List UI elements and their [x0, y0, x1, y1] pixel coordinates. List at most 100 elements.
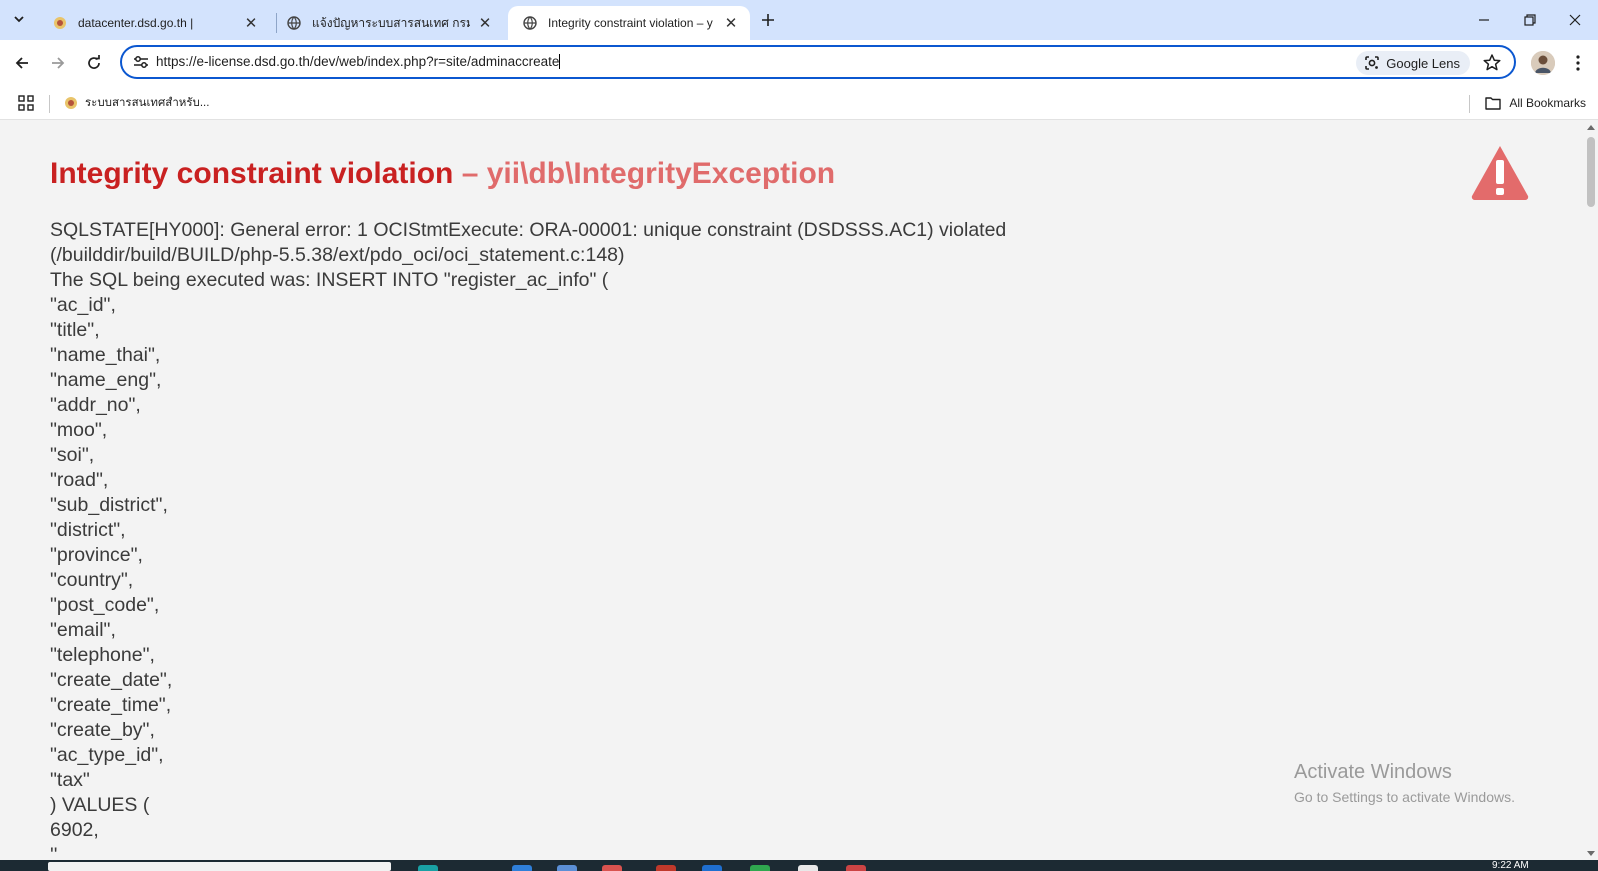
dsd-favicon-icon	[52, 15, 68, 31]
warning-triangle-icon	[1471, 146, 1529, 200]
google-lens-icon	[1365, 56, 1380, 70]
taskbar-app-icon[interactable]	[798, 865, 818, 871]
taskbar-app-icon[interactable]	[512, 865, 532, 871]
close-window-button[interactable]	[1552, 0, 1598, 40]
error-message-line: "sub_district",	[50, 494, 168, 516]
minimize-button[interactable]	[1461, 0, 1507, 40]
reload-icon	[88, 55, 100, 69]
bookmarks-bar: ระบบสารสนเทศสำหรับ... All Bookmarks	[0, 86, 1598, 120]
error-message-line: "email",	[50, 619, 116, 641]
close-tab-icon[interactable]: ✕	[476, 14, 494, 32]
minimize-icon	[1479, 19, 1489, 21]
address-bar[interactable]: https://e-license.dsd.go.th/dev/web/inde…	[120, 45, 1516, 79]
taskbar-search-box[interactable]	[48, 862, 391, 871]
error-message-line: ''	[50, 844, 58, 860]
watermark-title: Activate Windows	[1294, 761, 1452, 783]
activate-windows-watermark: Activate Windows Go to Settings to activ…	[1294, 761, 1515, 805]
profile-avatar[interactable]	[1531, 51, 1555, 75]
error-title: Integrity constraint violation – yii\db\…	[50, 157, 835, 191]
error-separator: –	[453, 157, 487, 190]
error-message-line: 6902,	[50, 819, 99, 841]
globe-icon	[286, 15, 302, 31]
all-bookmarks-label: All Bookmarks	[1509, 96, 1586, 110]
tab-search-button[interactable]	[6, 6, 32, 32]
scroll-down-arrow-icon[interactable]	[1587, 851, 1595, 856]
all-bookmarks-button[interactable]: All Bookmarks	[1485, 94, 1586, 112]
tab-strip: datacenter.dsd.go.th | ✕ แจ้งปัญหาระบบสา…	[0, 0, 1598, 40]
taskbar-app-icon[interactable]	[656, 865, 676, 871]
error-message-line: "country",	[50, 569, 134, 591]
watermark-subtitle: Go to Settings to activate Windows.	[1294, 789, 1515, 805]
scroll-thumb[interactable]	[1587, 137, 1595, 207]
error-message-line: "create_by",	[50, 719, 155, 741]
folder-icon	[1485, 97, 1502, 110]
scroll-up-arrow-icon[interactable]	[1587, 125, 1595, 130]
error-message-line: The SQL being executed was: INSERT INTO …	[50, 269, 609, 291]
back-button[interactable]	[7, 48, 37, 78]
apps-grid-icon[interactable]	[18, 95, 34, 111]
reload-button[interactable]	[79, 48, 109, 78]
bookmark-divider	[1469, 95, 1470, 113]
error-page: Integrity constraint violation – yii\db\…	[0, 121, 1584, 860]
browser-toolbar: https://e-license.dsd.go.th/dev/web/inde…	[0, 40, 1598, 86]
tab-report-problem[interactable]: แจ้งปัญหาระบบสารสนเทศ กรมพัฒนา ✕	[272, 6, 504, 40]
page-scrollbar[interactable]	[1584, 121, 1598, 860]
plus-icon	[762, 14, 774, 26]
google-lens-button[interactable]: Google Lens	[1356, 51, 1470, 75]
error-message-line: "road",	[50, 469, 109, 491]
more-vertical-icon	[1576, 55, 1580, 71]
taskbar-clock[interactable]: 9:22 AM	[1492, 860, 1529, 871]
bookmark-label: ระบบสารสนเทศสำหรับ...	[85, 97, 210, 109]
tab-title: Integrity constraint violation – y	[548, 16, 713, 30]
error-message-line: "ac_id",	[50, 294, 116, 316]
error-message-line: ) VALUES (	[50, 794, 150, 816]
tab-integrity-error[interactable]: Integrity constraint violation – y ✕	[508, 6, 750, 40]
restore-button[interactable]	[1507, 0, 1553, 40]
arrow-right-icon	[52, 57, 65, 69]
bookmark-divider	[49, 95, 50, 113]
url-text[interactable]: https://e-license.dsd.go.th/dev/web/inde…	[156, 54, 561, 69]
error-message-line: SQLSTATE[HY000]: General error: 1 OCIStm…	[50, 219, 1007, 241]
error-message-line: (/builddir/build/BUILD/php-5.5.38/ext/pd…	[50, 244, 625, 266]
taskbar-app-icon[interactable]	[557, 865, 577, 871]
dsd-favicon-icon	[65, 97, 77, 109]
error-message-line: "soi",	[50, 444, 95, 466]
error-message-line: "title",	[50, 319, 100, 341]
forward-button[interactable]	[43, 48, 73, 78]
site-settings-icon[interactable]	[132, 53, 150, 71]
bookmark-star-icon[interactable]	[1482, 53, 1502, 73]
error-message-line: "post_code",	[50, 594, 160, 616]
close-icon	[1569, 14, 1581, 26]
globe-icon	[522, 15, 538, 31]
error-message-line: "create_date",	[50, 669, 173, 691]
taskbar-app-icon[interactable]	[846, 865, 866, 871]
error-message-line: "district",	[50, 519, 126, 541]
error-message-line: "province",	[50, 544, 143, 566]
taskbar-app-icon[interactable]	[418, 865, 438, 871]
error-message: SQLSTATE[HY000]: General error: 1 OCIStm…	[50, 218, 1006, 860]
taskbar-app-icon[interactable]	[750, 865, 770, 871]
close-tab-icon[interactable]: ✕	[722, 14, 740, 32]
new-tab-button[interactable]	[756, 8, 780, 32]
error-message-line: "name_eng",	[50, 369, 162, 391]
bookmark-item[interactable]: ระบบสารสนเทศสำหรับ...	[64, 94, 209, 112]
error-message-line: "moo",	[50, 419, 108, 441]
error-message-line: "name_thai",	[50, 344, 161, 366]
tab-datacenter[interactable]: datacenter.dsd.go.th | ✕	[38, 6, 270, 40]
error-name: Integrity constraint violation	[50, 157, 454, 190]
taskbar-chrome-icon[interactable]	[602, 865, 622, 871]
browser-menu-button[interactable]	[1568, 50, 1588, 76]
exception-class: yii\db\IntegrityException	[486, 157, 836, 190]
tab-title: แจ้งปัญหาระบบสารสนเทศ กรมพัฒนา	[312, 15, 470, 30]
tab-title: datacenter.dsd.go.th |	[78, 16, 194, 30]
error-message-line: "ac_type_id",	[50, 744, 164, 766]
windows-taskbar: 9:22 AM	[0, 860, 1598, 871]
taskbar-app-icon[interactable]	[702, 865, 722, 871]
error-message-line: "telephone",	[50, 644, 155, 666]
arrow-left-icon	[15, 57, 28, 69]
google-lens-label: Google Lens	[1386, 55, 1460, 71]
close-tab-icon[interactable]: ✕	[242, 14, 260, 32]
error-message-line: "create_time",	[50, 694, 172, 716]
restore-icon	[1524, 14, 1536, 26]
error-message-line: "tax"	[50, 769, 90, 791]
